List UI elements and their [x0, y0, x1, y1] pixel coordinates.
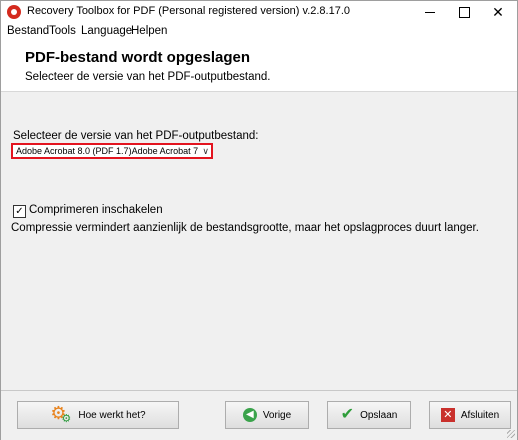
compress-description: Compressie vermindert aanzienlijk de bes… — [11, 222, 479, 234]
menu-language[interactable]: Language — [81, 25, 132, 37]
page-header: PDF-bestand wordt opgeslagen Selecteer d… — [1, 41, 517, 92]
maximize-icon — [458, 6, 470, 18]
app-logo-icon — [7, 5, 21, 19]
compress-checkbox[interactable]: ✓ — [13, 205, 26, 218]
back-button[interactable]: ◀ Vorige — [225, 401, 309, 429]
page-title: PDF-bestand wordt opgeslagen — [25, 49, 251, 66]
maximize-button[interactable] — [447, 1, 481, 23]
close-window-button[interactable]: ✕ — [481, 1, 515, 23]
app-window: Recovery Toolbox for PDF (Personal regis… — [0, 0, 518, 440]
resize-grip[interactable] — [507, 430, 515, 438]
close-x-icon: ✕ — [440, 408, 455, 422]
menu-helpen[interactable]: Helpen — [131, 25, 167, 37]
page-subtitle: Selecteer de versie van het PDF-outputbe… — [25, 71, 271, 83]
save-button[interactable]: ✔ Opslaan — [327, 401, 411, 429]
compress-checkbox-label[interactable]: Comprimeren inschakelen — [29, 204, 163, 216]
version-select-label: Selecteer de versie van het PDF-outputbe… — [13, 130, 259, 142]
menu-bar: Bestand Tools Language Helpen — [1, 23, 517, 41]
exit-label: Afsluiten — [460, 409, 500, 421]
minimize-icon — [425, 11, 435, 13]
save-label: Opslaan — [360, 409, 398, 421]
window-title: Recovery Toolbox for PDF (Personal regis… — [27, 5, 351, 17]
main-content: Selecteer de versie van het PDF-outputbe… — [1, 92, 517, 390]
close-icon: ✕ — [492, 4, 504, 20]
gears-icon: ⚙ ⚙ — [50, 403, 72, 425]
back-arrow-icon: ◀ — [242, 408, 257, 422]
title-bar[interactable]: Recovery Toolbox for PDF (Personal regis… — [1, 1, 517, 23]
how-it-works-label: Hoe werkt het? — [78, 409, 146, 421]
pdf-version-selected-value: Adobe Acrobat 8.0 (PDF 1.7)Adobe Acrobat… — [16, 146, 198, 156]
back-label: Vorige — [262, 409, 292, 421]
menu-tools[interactable]: Tools — [49, 25, 76, 37]
menu-bestand[interactable]: Bestand — [7, 25, 49, 37]
footer-bar: ⚙ ⚙ Hoe werkt het? ◀ Vorige ✔ Opslaan ✕ A… — [1, 390, 517, 440]
pdf-version-select[interactable]: Adobe Acrobat 8.0 (PDF 1.7)Adobe Acrobat… — [11, 143, 213, 159]
how-it-works-button[interactable]: ⚙ ⚙ Hoe werkt het? — [17, 401, 179, 429]
minimize-button[interactable] — [413, 1, 447, 23]
checkmark-icon: ✔ — [340, 406, 355, 423]
exit-button[interactable]: ✕ Afsluiten — [429, 401, 511, 429]
chevron-down-icon[interactable]: ∨ — [202, 146, 209, 157]
